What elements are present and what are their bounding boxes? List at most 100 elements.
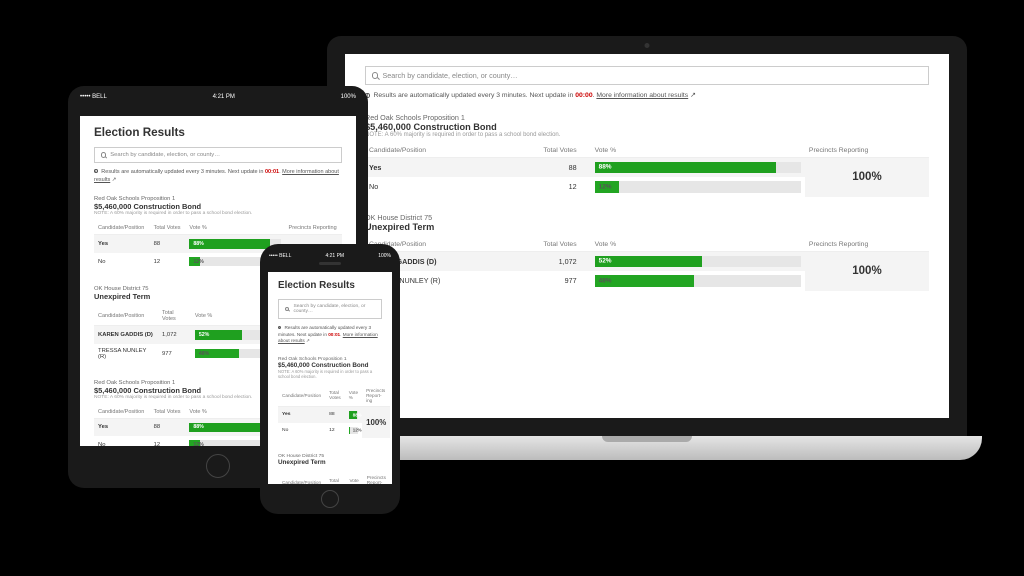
home-button[interactable] — [321, 490, 339, 508]
col-votes: Total Votes — [325, 385, 345, 407]
race-note: NOTE: A 60% majority is required in orde… — [94, 211, 342, 216]
results-table: Candidate/Position Total Votes Vote % Pr… — [365, 238, 929, 291]
col-pct: Vote % — [591, 238, 805, 252]
result-row: KAREN GADDIS (D) 1,072 52% 100% — [365, 251, 929, 271]
laptop-base — [312, 436, 982, 460]
candidate-name: Yes — [278, 406, 325, 422]
col-candidate: Candidate/Position — [94, 406, 150, 419]
candidate-name: No — [278, 423, 325, 439]
race-card: Red Oak Schools Proposition 1 $5,460,000… — [278, 357, 382, 439]
race-title: Unexpired Term — [278, 459, 382, 466]
laptop-viewport: Search by candidate, election, or county… — [345, 54, 949, 418]
vote-pct-bar: 52% — [591, 251, 805, 271]
race-list: Red Oak Schools Proposition 1 $5,460,000… — [365, 113, 929, 291]
col-candidate: Candidate/Position — [94, 222, 150, 235]
update-info: i Results are automatically updated ever… — [365, 91, 929, 101]
candidate-name: Yes — [94, 418, 150, 436]
race-title: Unexpired Term — [365, 222, 929, 232]
col-pct: Vote % — [345, 385, 362, 407]
col-pct: Vote % — [591, 144, 805, 158]
race-note: NOTE: A 60% majority is required in orde… — [365, 132, 929, 138]
total-votes: 88 — [491, 157, 590, 177]
vote-pct-bar: 88% — [345, 406, 362, 422]
results-table: Candidate/Position Total Votes Vote % Pr… — [278, 385, 390, 439]
page-title: Election Results — [94, 126, 342, 139]
search-icon — [101, 152, 106, 157]
camera-icon — [645, 43, 650, 48]
race-card: Red Oak Schools Proposition 1 $5,460,000… — [365, 113, 929, 197]
search-input[interactable]: Search by candidate, election, or county… — [278, 299, 382, 319]
home-button[interactable] — [206, 454, 230, 478]
col-precincts: Precincts Reporting — [285, 222, 342, 235]
total-votes: 88 — [150, 418, 186, 436]
col-precincts: Precincts Reporting — [805, 238, 929, 252]
precincts-reporting: 100% — [805, 251, 929, 291]
more-info-link[interactable]: More information about results — [596, 92, 688, 99]
candidate-name: No — [365, 177, 491, 197]
search-placeholder: Search by candidate, election, or county… — [382, 71, 517, 80]
col-votes: Total Votes — [325, 472, 345, 484]
col-votes: Total Votes — [158, 307, 191, 326]
precincts-reporting: 100% — [362, 406, 390, 438]
race-list: Red Oak Schools Proposition 1 $5,460,000… — [278, 357, 382, 484]
race-title: $5,460,000 Construction Bond — [278, 362, 382, 369]
laptop-bezel: Search by candidate, election, or county… — [327, 36, 967, 436]
total-votes: 12 — [491, 177, 590, 197]
search-icon — [285, 307, 289, 311]
laptop-device: Search by candidate, election, or county… — [312, 36, 982, 496]
col-candidate: Candidate/Position — [365, 144, 491, 158]
search-icon — [372, 72, 378, 78]
race-card: OK House District 75 Unexpired Term Cand… — [278, 454, 382, 484]
candidate-name: Yes — [94, 235, 150, 253]
race-card: OK House District 75 Unexpired Term Cand… — [365, 213, 929, 291]
result-row: Yes 88 88% 100% — [365, 157, 929, 177]
search-input[interactable]: Search by candidate, election, or county… — [94, 147, 342, 163]
candidate-name: No — [94, 436, 150, 446]
search-input[interactable]: Search by candidate, election, or county… — [365, 66, 929, 85]
status-bar: ••••• BELL4:21 PM100% — [80, 94, 356, 100]
info-icon: i — [278, 326, 281, 329]
phone-viewport: Election Results Search by candidate, el… — [268, 272, 392, 484]
result-row: Yes 88 88% 100% — [278, 406, 390, 422]
col-pct: Vote % — [185, 222, 284, 235]
page-title: Election Results — [278, 280, 382, 291]
total-votes: 12 — [325, 423, 345, 439]
col-votes: Total Votes — [150, 222, 186, 235]
info-icon: i — [94, 169, 98, 173]
update-info: i Results are automatically updated ever… — [94, 169, 342, 184]
total-votes: 12 — [150, 436, 186, 446]
vote-pct-bar: 88% — [591, 157, 805, 177]
total-votes: 1,072 — [158, 326, 191, 344]
vote-pct-bar: 12% — [345, 423, 362, 439]
col-candidate: Candidate/Position — [278, 385, 325, 407]
total-votes: 977 — [502, 271, 591, 291]
col-precincts: Precincts Report-ing — [362, 385, 390, 407]
candidate-name: KAREN GADDIS (D) — [94, 326, 158, 344]
col-precincts: Precincts Reporting — [805, 144, 929, 158]
update-info: i Results are automatically updated ever… — [278, 325, 382, 345]
col-votes: Total Votes — [150, 406, 186, 419]
total-votes: 977 — [158, 344, 191, 364]
search-placeholder: Search by candidate, election, or county… — [293, 304, 375, 314]
results-table: Candidate/Position Total Votes Vote % Pr… — [278, 472, 391, 484]
total-votes: 88 — [150, 235, 186, 253]
col-precincts: Precincts Report-ing — [363, 472, 391, 484]
col-candidate: Candidate/Position — [94, 307, 158, 326]
vote-pct-bar: 48% — [591, 271, 805, 291]
vote-pct-bar: 12% — [591, 177, 805, 197]
total-votes: 88 — [325, 406, 345, 422]
col-votes: Total Votes — [491, 144, 590, 158]
candidate-name: TRESSA NUNLEY (R) — [94, 344, 158, 364]
candidate-name: No — [94, 253, 150, 270]
total-votes: 12 — [150, 253, 186, 270]
search-placeholder: Search by candidate, election, or county… — [110, 152, 220, 158]
results-table: Candidate/Position Total Votes Vote % Pr… — [365, 144, 929, 197]
col-candidate: Candidate/Position — [278, 472, 325, 484]
race-pretitle: OK House District 75 — [365, 213, 929, 222]
col-votes: Total Votes — [502, 238, 591, 252]
status-bar: ••••• BELL4:21 PM100% — [269, 253, 391, 259]
race-title: $5,460,000 Construction Bond — [365, 122, 929, 132]
total-votes: 1,072 — [502, 251, 591, 271]
speaker-icon — [319, 262, 341, 265]
precincts-reporting: 100% — [805, 157, 929, 197]
